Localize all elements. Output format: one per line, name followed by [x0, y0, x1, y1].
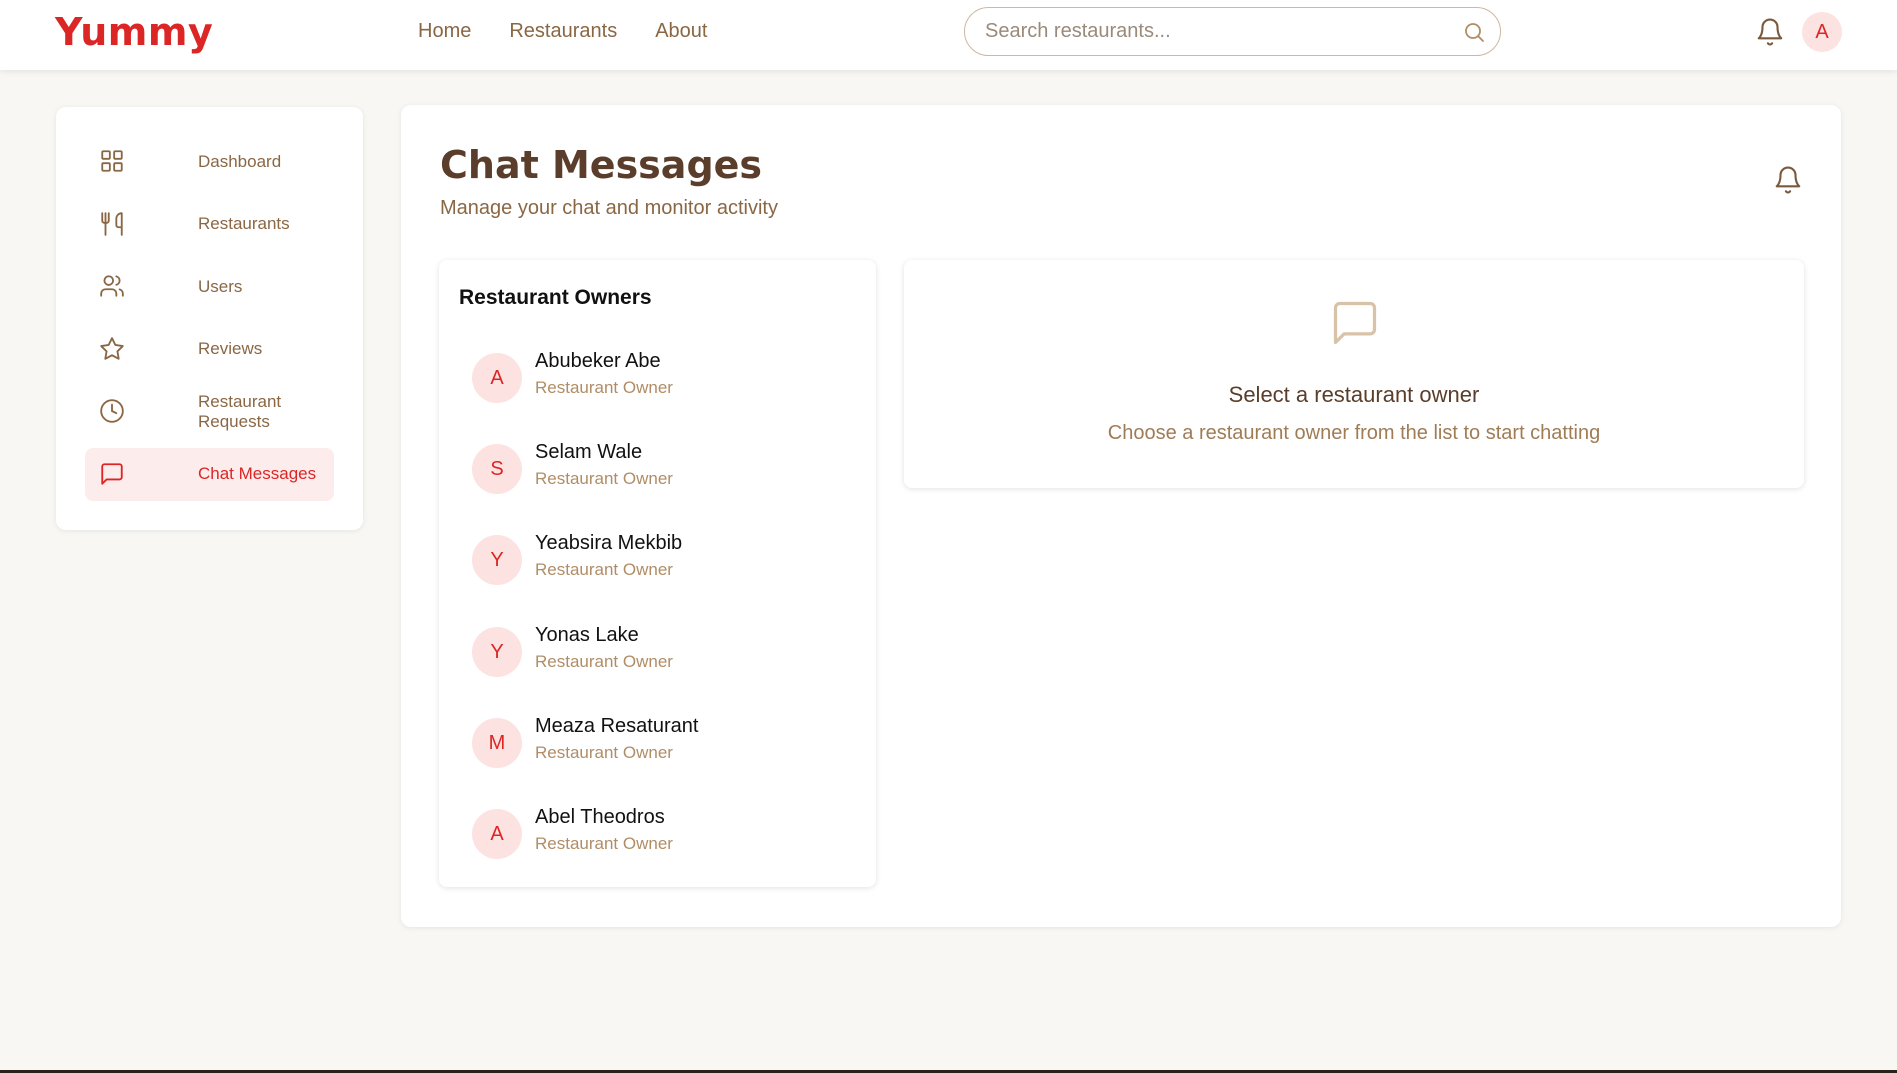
- clock-icon: [100, 399, 124, 423]
- owner-avatar: Y: [472, 535, 522, 585]
- sidebar-item-restaurants[interactable]: Restaurants: [85, 198, 334, 251]
- owner-role: Restaurant Owner: [535, 834, 673, 853]
- owner-role: Restaurant Owner: [535, 378, 673, 397]
- page-title: Chat Messages: [440, 143, 763, 187]
- sidebar: Dashboard Restaurants Users Reviews Rest…: [56, 107, 363, 530]
- nav-home[interactable]: Home: [418, 20, 471, 43]
- sidebar-item-restaurant-requests[interactable]: Restaurant Requests: [85, 385, 334, 438]
- sidebar-item-reviews[interactable]: Reviews: [85, 323, 334, 376]
- chat-empty-state: Select a restaurant owner Choose a resta…: [904, 260, 1804, 488]
- owner-avatar: A: [472, 353, 522, 403]
- owner-avatar: S: [472, 444, 522, 494]
- search-input[interactable]: [985, 8, 1445, 55]
- owner-role: Restaurant Owner: [535, 743, 673, 762]
- owner-name: Abel Theodros: [535, 806, 665, 828]
- sidebar-item-dashboard[interactable]: Dashboard: [85, 135, 334, 188]
- search-icon[interactable]: [1462, 20, 1486, 44]
- owner-avatar: M: [472, 718, 522, 768]
- sidebar-item-label: Dashboard: [198, 151, 282, 171]
- owner-list-item[interactable]: A Abel Theodros Restaurant Owner: [472, 802, 852, 866]
- page-subtitle: Manage your chat and monitor activity: [440, 197, 778, 219]
- owner-name: Yonas Lake: [535, 624, 639, 646]
- message-icon: [1333, 301, 1377, 345]
- logo[interactable]: Yummy: [55, 10, 213, 54]
- star-icon: [100, 336, 124, 360]
- owner-avatar: A: [472, 809, 522, 859]
- top-navbar: Yummy Home Restaurants About A: [0, 0, 1897, 70]
- owner-list-item[interactable]: M Meaza Resaturant Restaurant Owner: [472, 711, 852, 775]
- user-avatar[interactable]: A: [1802, 12, 1842, 52]
- main-nav: Home Restaurants About: [418, 20, 707, 43]
- empty-state-subtitle: Choose a restaurant owner from the list …: [1107, 422, 1601, 444]
- search-bar: [964, 7, 1501, 56]
- owner-role: Restaurant Owner: [535, 469, 673, 488]
- empty-state-title: Select a restaurant owner: [1228, 382, 1480, 407]
- sidebar-item-label: Restaurant Requests: [198, 391, 282, 431]
- notification-bell-icon[interactable]: [1755, 17, 1785, 47]
- users-icon: [100, 275, 124, 297]
- owner-name: Selam Wale: [535, 441, 643, 463]
- owner-list-item[interactable]: Y Yonas Lake Restaurant Owner: [472, 620, 852, 684]
- utensils-icon: [101, 211, 123, 236]
- sidebar-item-users[interactable]: Users: [85, 260, 334, 313]
- main-panel: Chat Messages Manage your chat and monit…: [401, 105, 1841, 927]
- sidebar-item-label: Chat Messages: [198, 464, 317, 483]
- owner-name: Abubeker Abe: [535, 350, 661, 372]
- owner-list-item[interactable]: S Selam Wale Restaurant Owner: [472, 437, 852, 501]
- owner-role: Restaurant Owner: [535, 560, 673, 579]
- nav-about[interactable]: About: [655, 20, 707, 43]
- notification-bell-icon[interactable]: [1773, 165, 1803, 195]
- owner-name: Meaza Resaturant: [535, 715, 699, 737]
- owners-list-panel: Restaurant Owners A Abubeker Abe Restaur…: [439, 260, 876, 887]
- sidebar-item-chat-messages[interactable]: Chat Messages: [85, 447, 334, 501]
- owners-list-title: Restaurant Owners: [459, 286, 652, 309]
- owner-avatar: Y: [472, 627, 522, 677]
- nav-restaurants[interactable]: Restaurants: [509, 20, 617, 43]
- owner-list-item[interactable]: A Abubeker Abe Restaurant Owner: [472, 346, 852, 410]
- sidebar-item-label: Reviews: [198, 339, 263, 358]
- owner-role: Restaurant Owner: [535, 652, 673, 671]
- owner-name: Yeabsira Mekbib: [535, 532, 683, 554]
- message-icon: [101, 462, 123, 485]
- owner-list-item[interactable]: Y Yeabsira Mekbib Restaurant Owner: [472, 528, 852, 592]
- sidebar-item-label: Users: [198, 276, 243, 296]
- sidebar-item-label: Restaurants: [198, 214, 290, 233]
- grid-icon: [101, 150, 123, 172]
